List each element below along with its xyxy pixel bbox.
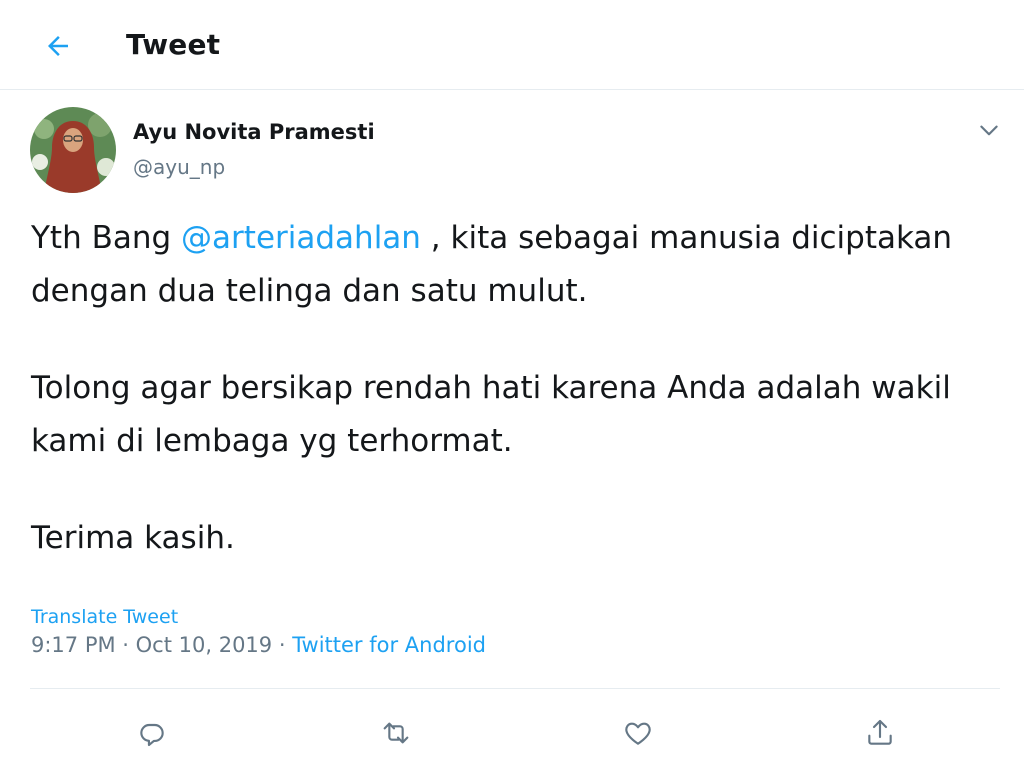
- avatar[interactable]: [30, 107, 116, 193]
- chevron-down-icon: [980, 125, 998, 136]
- share-button[interactable]: [860, 713, 900, 753]
- meta-separator: ·: [272, 633, 293, 657]
- meta-separator: ·: [115, 633, 136, 657]
- author-name[interactable]: Ayu Novita Pramesti: [133, 120, 375, 144]
- heart-icon: [625, 722, 651, 745]
- mention-link[interactable]: @arteriadahlan: [181, 220, 421, 256]
- arrow-left-icon: [48, 36, 68, 56]
- tweet-paragraph-1: Yth Bang @arteriadahlan , kita sebagai m…: [31, 212, 991, 318]
- tweet-paragraph-3: Terima kasih.: [31, 520, 235, 556]
- like-button[interactable]: [618, 713, 658, 753]
- tweet-text-segment: Yth Bang: [31, 220, 182, 256]
- back-button[interactable]: [38, 26, 78, 66]
- tweet-time[interactable]: 9:17 PM: [31, 633, 116, 657]
- retweet-button[interactable]: [376, 713, 416, 753]
- reply-icon: [140, 723, 164, 747]
- tweet-text: Yth Bang @arteriadahlan , kita sebagai m…: [31, 212, 991, 565]
- tweet-source-link[interactable]: Twitter for Android: [292, 633, 486, 657]
- tweet-date[interactable]: Oct 10, 2019: [136, 633, 273, 657]
- author-handle[interactable]: @ayu_np: [133, 155, 225, 179]
- tweet-paragraph-2: Tolong agar bersikap rendah hati karena …: [31, 370, 951, 459]
- divider: [30, 688, 1000, 689]
- header-bar: Tweet: [0, 0, 1024, 90]
- more-options-button[interactable]: [974, 116, 1004, 146]
- translate-tweet-link[interactable]: Translate Tweet: [31, 606, 178, 628]
- page-title: Tweet: [126, 28, 221, 61]
- tweet-page: Tweet Ayu Novita Pramesti @ayu_np Yth Ba…: [0, 0, 1024, 768]
- share-icon: [868, 719, 892, 745]
- retweet-icon: [383, 722, 409, 744]
- tweet-meta: 9:17 PM · Oct 10, 2019 · Twitter for And…: [31, 633, 486, 657]
- reply-button[interactable]: [132, 713, 172, 753]
